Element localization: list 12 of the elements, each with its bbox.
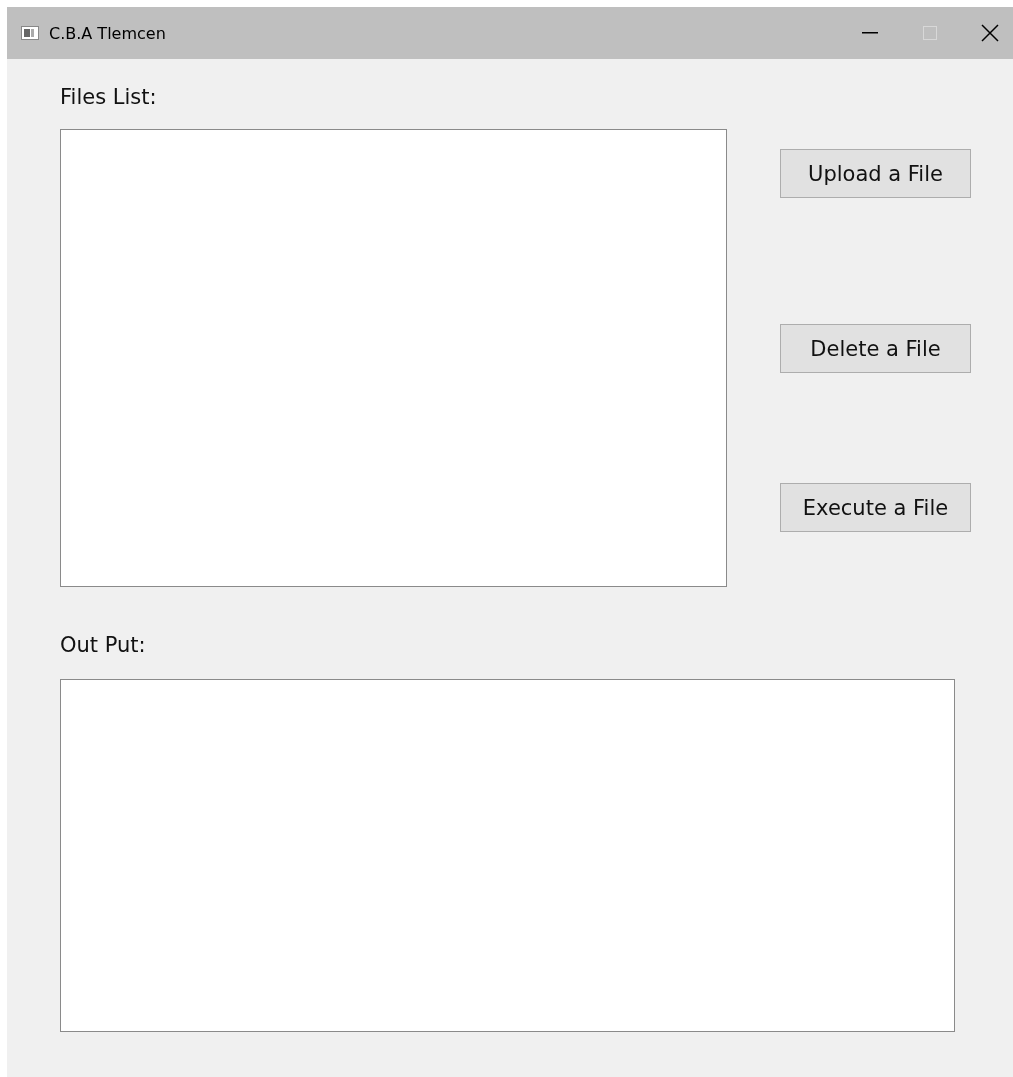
window-icon [21,26,39,40]
output-label: Out Put: [60,633,146,657]
close-icon[interactable] [981,24,999,42]
output-box[interactable] [60,679,955,1032]
minimize-icon[interactable] [862,32,878,34]
file-action-button[interactable]: Delete a File [780,324,971,373]
files-list-box[interactable] [60,129,727,587]
files-list-label: Files List: [60,85,157,109]
file-action-button[interactable]: Upload a File [780,149,971,198]
maximize-icon[interactable] [923,26,937,40]
window-title: C.B.A Tlemcen [49,23,167,43]
file-action-button[interactable]: Execute a File [780,483,971,532]
